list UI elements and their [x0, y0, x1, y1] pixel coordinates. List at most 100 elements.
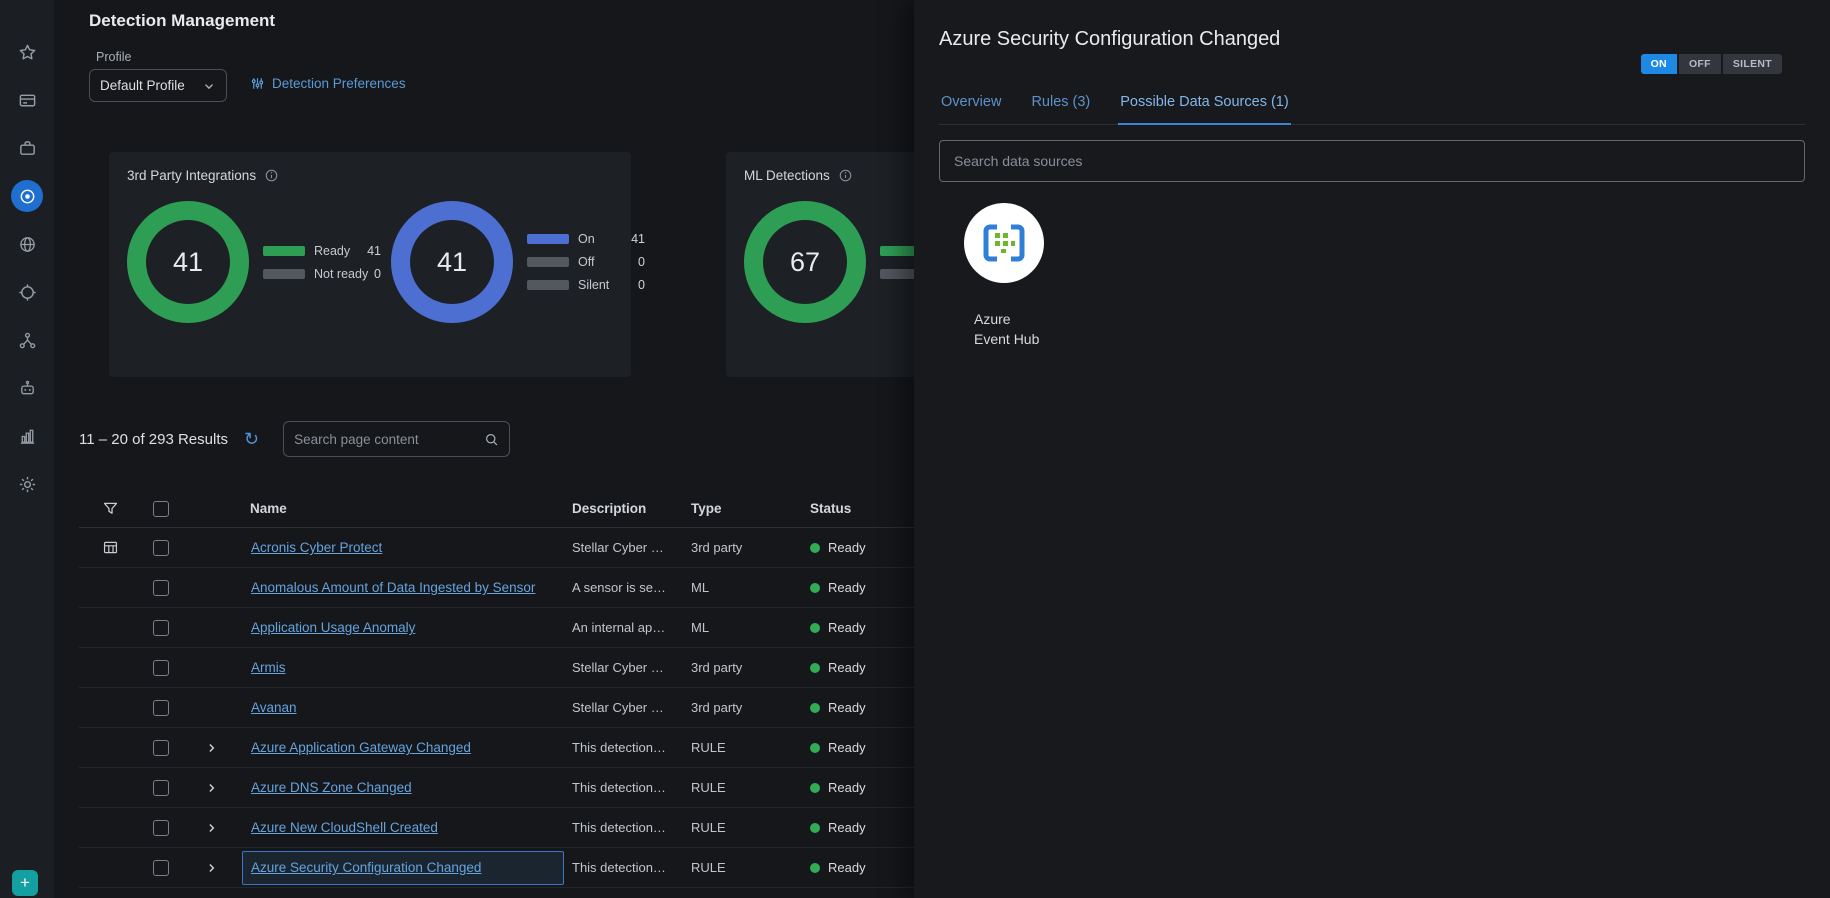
- legend-label: Not ready: [314, 267, 368, 281]
- sidebar: +: [0, 0, 54, 898]
- status-label: Ready: [828, 780, 866, 795]
- sidebar-item-hunting[interactable]: [11, 276, 43, 308]
- sidebar-item-reports[interactable]: [11, 420, 43, 452]
- donut-value: 41: [173, 247, 203, 278]
- data-sources-search-input[interactable]: [939, 140, 1805, 182]
- toggle-off-button[interactable]: OFF: [1679, 54, 1721, 74]
- detection-name-link[interactable]: Acronis Cyber Protect: [251, 540, 382, 555]
- sidebar-item-cases[interactable]: [11, 132, 43, 164]
- sidebar-item-settings[interactable]: [11, 468, 43, 500]
- details-panel-title: Azure Security Configuration Changed: [939, 28, 1280, 51]
- legend-value: 41: [631, 232, 645, 246]
- donut-value: 67: [790, 247, 820, 278]
- row-checkbox[interactable]: [153, 540, 169, 556]
- data-source-tile[interactable]: Azure Event Hub: [964, 203, 1050, 349]
- row-checkbox[interactable]: [153, 860, 169, 876]
- sidebar-item-automation[interactable]: [11, 372, 43, 404]
- tab-possible-data-sources[interactable]: Possible Data Sources (1): [1118, 86, 1290, 125]
- page-search: [283, 421, 510, 457]
- page-title: Detection Management: [89, 11, 275, 31]
- row-checkbox[interactable]: [153, 620, 169, 636]
- target-icon: [18, 283, 37, 302]
- expand-chevron-icon[interactable]: [205, 821, 219, 835]
- legend-item: Off 0: [527, 255, 645, 269]
- card-title: 3rd Party Integrations: [127, 168, 256, 183]
- select-all-checkbox[interactable]: [153, 501, 169, 517]
- chevron-down-icon: [202, 79, 216, 93]
- detection-preferences-link[interactable]: Detection Preferences: [250, 76, 406, 91]
- row-checkbox[interactable]: [153, 580, 169, 596]
- row-type: RULE: [683, 780, 802, 795]
- third-party-integrations-card: 3rd Party Integrations 41 Ready 41: [109, 152, 631, 377]
- star-icon: [18, 43, 37, 62]
- data-source-name: Azure Event Hub: [974, 309, 1046, 349]
- row-type: RULE: [683, 860, 802, 875]
- results-summary: 11 – 20 of 293 Results: [79, 431, 228, 448]
- search-icon: [484, 432, 499, 447]
- status-dot-icon: [810, 583, 820, 593]
- expand-chevron-icon[interactable]: [205, 781, 219, 795]
- row-description: Stellar Cyber …: [564, 540, 683, 555]
- filter-icon[interactable]: [102, 500, 119, 517]
- row-checkbox[interactable]: [153, 740, 169, 756]
- card-title: ML Detections: [744, 168, 830, 183]
- info-icon[interactable]: [838, 168, 853, 183]
- detection-name-link[interactable]: Armis: [251, 660, 286, 675]
- legend-label: Silent: [578, 278, 609, 292]
- legend-swatch: [527, 234, 569, 244]
- detection-name-link[interactable]: Avanan: [251, 700, 297, 715]
- detection-name-link[interactable]: Anomalous Amount of Data Ingested by Sen…: [251, 580, 535, 595]
- column-header-type[interactable]: Type: [683, 501, 802, 516]
- row-checkbox[interactable]: [153, 660, 169, 676]
- row-checkbox[interactable]: [153, 780, 169, 796]
- sidebar-item-detections[interactable]: [11, 180, 43, 212]
- toggle-silent-button[interactable]: SILENT: [1723, 54, 1782, 74]
- toggle-on-button[interactable]: ON: [1641, 54, 1677, 74]
- legend-value: 0: [638, 278, 645, 292]
- legend-value: 0: [374, 267, 381, 281]
- row-description: Stellar Cyber …: [564, 700, 683, 715]
- legend-item: Not ready 0: [263, 267, 381, 281]
- tab-rules[interactable]: Rules (3): [1029, 86, 1092, 125]
- azure-event-hub-icon: [964, 203, 1044, 283]
- tab-overview[interactable]: Overview: [939, 86, 1003, 125]
- detection-name-link[interactable]: Azure Application Gateway Changed: [251, 740, 471, 755]
- profile-select[interactable]: Default Profile: [89, 69, 227, 102]
- globe-icon: [18, 235, 37, 254]
- detection-name-link[interactable]: Application Usage Anomaly: [251, 620, 415, 635]
- refresh-button[interactable]: ↻: [244, 430, 259, 448]
- row-checkbox[interactable]: [153, 700, 169, 716]
- row-checkbox[interactable]: [153, 820, 169, 836]
- detection-name-link[interactable]: Azure DNS Zone Changed: [251, 780, 412, 795]
- column-header-name[interactable]: Name: [242, 501, 564, 516]
- page-search-input[interactable]: [294, 432, 484, 447]
- donut-value: 41: [437, 247, 467, 278]
- status-dot-icon: [810, 703, 820, 713]
- briefcase-icon: [18, 139, 37, 158]
- sidebar-item-favorites[interactable]: [11, 36, 43, 68]
- add-button[interactable]: +: [12, 870, 38, 896]
- donut-state-group: 41 On 41 Off 0: [391, 201, 645, 323]
- sliders-icon: [250, 76, 265, 91]
- row-description: A sensor is se…: [564, 580, 683, 595]
- sidebar-item-explore[interactable]: [11, 228, 43, 260]
- row-type: ML: [683, 620, 802, 635]
- sidebar-item-licenses[interactable]: [11, 84, 43, 116]
- status-dot-icon: [810, 783, 820, 793]
- legend-value: 41: [367, 244, 381, 258]
- column-header-description[interactable]: Description: [564, 501, 683, 516]
- legend-item: Silent 0: [527, 278, 645, 292]
- status-label: Ready: [828, 740, 866, 755]
- detection-name-link[interactable]: Azure Security Configuration Changed: [251, 860, 481, 875]
- row-type: 3rd party: [683, 540, 802, 555]
- columns-icon[interactable]: [102, 539, 119, 556]
- settings-icon: [18, 475, 37, 494]
- legend: On 41 Off 0 Silent 0: [527, 232, 645, 292]
- info-icon[interactable]: [264, 168, 279, 183]
- legend-label: Ready: [314, 244, 350, 258]
- profile-label: Profile: [96, 50, 131, 64]
- sidebar-item-connectors[interactable]: [11, 324, 43, 356]
- detection-name-link[interactable]: Azure New CloudShell Created: [251, 820, 438, 835]
- expand-chevron-icon[interactable]: [205, 741, 219, 755]
- expand-chevron-icon[interactable]: [205, 861, 219, 875]
